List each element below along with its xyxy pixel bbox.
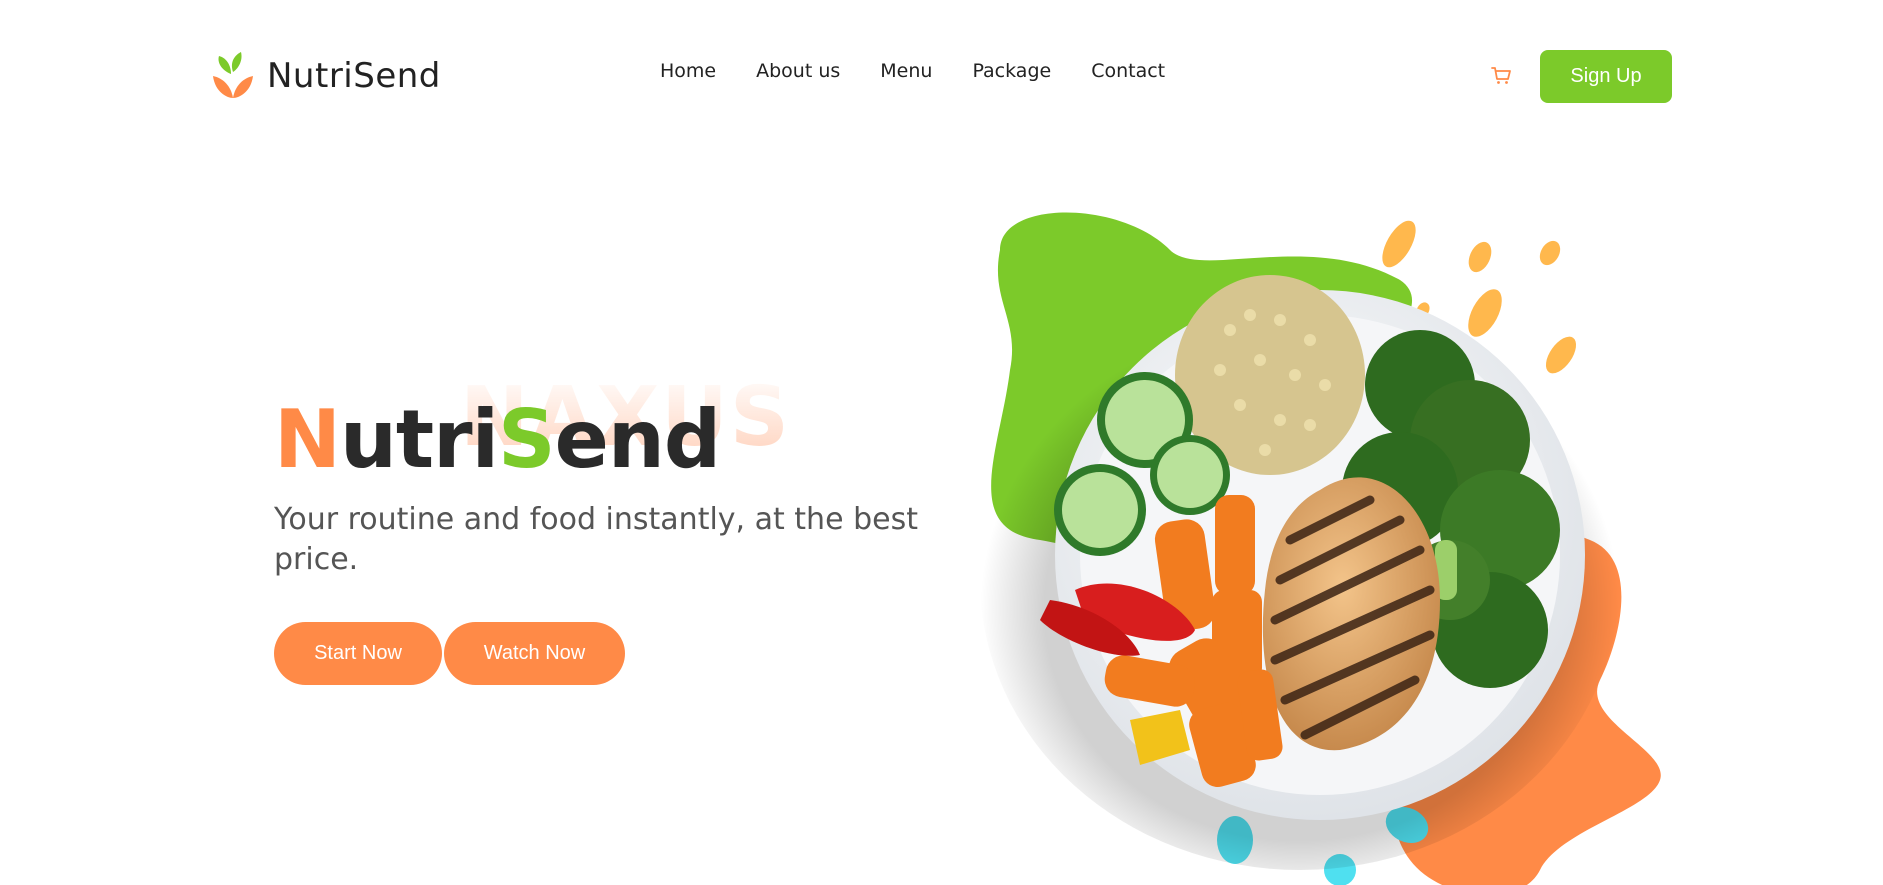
nav-contact[interactable]: Contact — [1091, 60, 1165, 82]
hero-food-illustration — [980, 212, 1661, 885]
hero-buttons: Start Now Watch Now — [274, 622, 625, 685]
hero-title: NutriSend — [274, 400, 721, 480]
main-nav: Home About us Menu Package Contact — [660, 60, 1165, 82]
logo-text: NutriSend — [267, 56, 441, 96]
cart-icon[interactable] — [1490, 64, 1512, 86]
signup-button[interactable]: Sign Up — [1540, 50, 1672, 103]
leaf-bowl-icon — [213, 52, 253, 98]
nav-package[interactable]: Package — [972, 60, 1051, 82]
watch-now-button[interactable]: Watch Now — [444, 622, 625, 685]
nav-home[interactable]: Home — [660, 60, 716, 82]
title-part-end: end — [554, 393, 721, 486]
nav-menu[interactable]: Menu — [880, 60, 932, 82]
title-part-utri: utri — [339, 393, 499, 486]
nav-about-us[interactable]: About us — [756, 60, 840, 82]
logo[interactable]: NutriSend — [211, 52, 441, 100]
start-now-button[interactable]: Start Now — [274, 622, 442, 685]
site-header: NutriSend Home About us Menu Package Con… — [0, 0, 1883, 152]
title-letter-n: N — [274, 393, 341, 486]
title-letter-s: S — [498, 393, 556, 486]
hero-subtitle: Your routine and food instantly, at the … — [274, 502, 918, 577]
